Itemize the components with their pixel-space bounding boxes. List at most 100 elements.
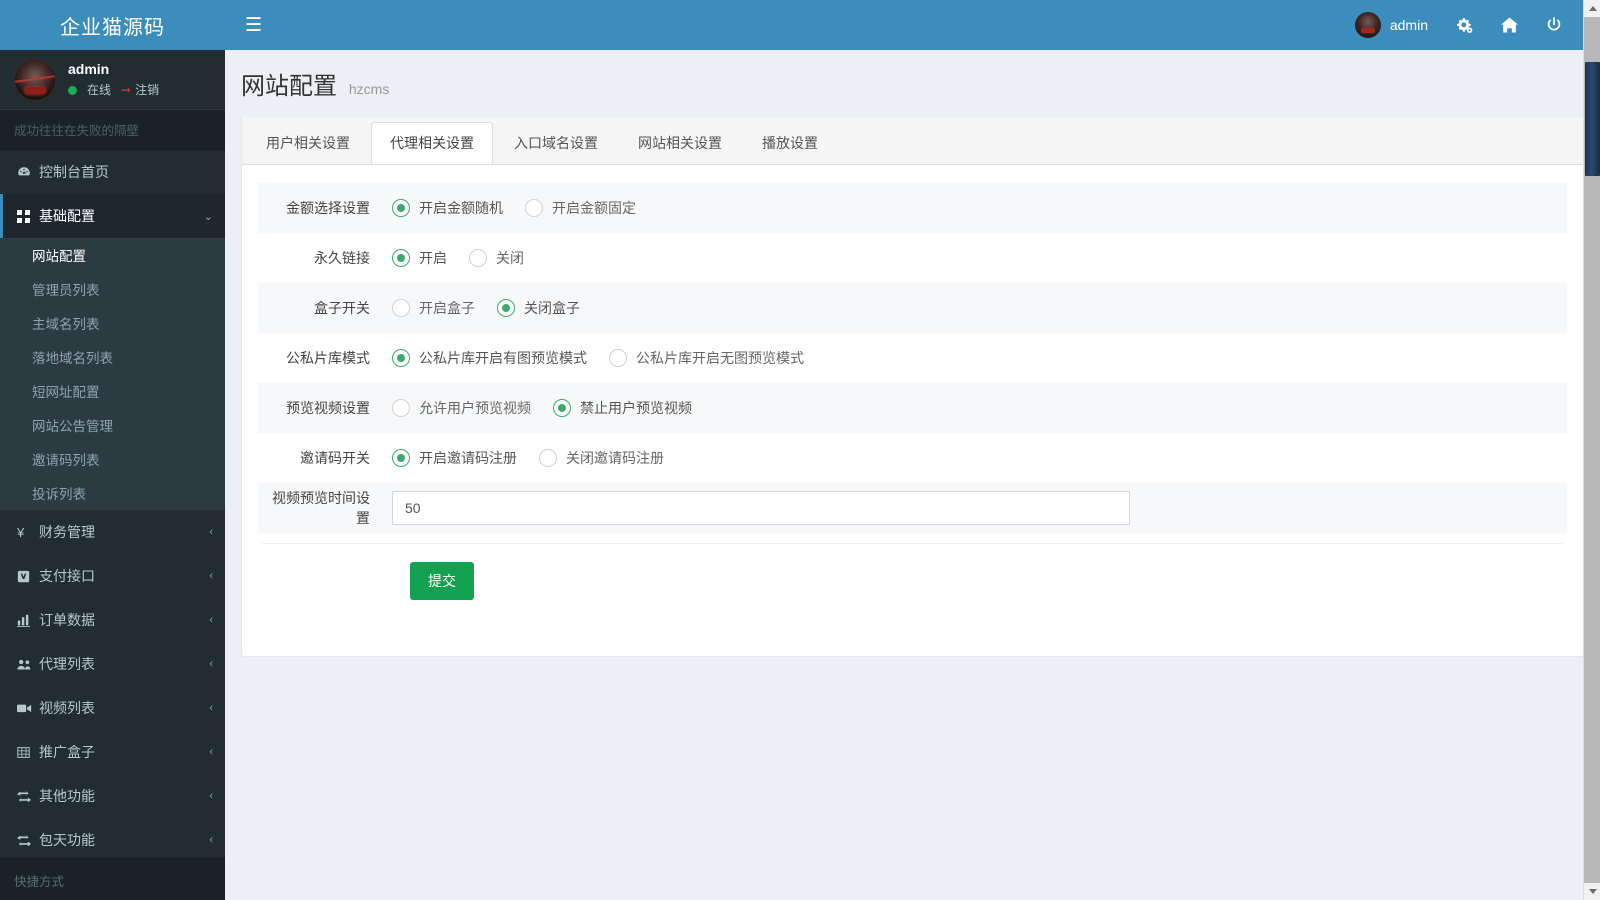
sidebar-item-label: 支付接口 xyxy=(39,568,95,584)
chevron-left-icon: ‹ xyxy=(209,790,213,802)
page-scrollbar[interactable] xyxy=(1583,0,1600,900)
hamburger-icon[interactable]: ☰ xyxy=(239,12,268,39)
radio-amount-fixed[interactable]: 开启金额固定 xyxy=(525,198,636,218)
tab-entry-domain-settings[interactable]: 入口域名设置 xyxy=(495,122,619,164)
sidebar-sublink[interactable]: 投诉列表 xyxy=(0,476,225,510)
radio-indicator[interactable] xyxy=(469,249,487,267)
tab-label[interactable]: 播放设置 xyxy=(743,122,837,164)
sidebar-link-payment[interactable]: 支付接口 ‹ xyxy=(0,554,225,598)
sidebar-link-orders[interactable]: 订单数据 ‹ xyxy=(0,598,225,642)
radio-invite-off[interactable]: 关闭邀请码注册 xyxy=(539,448,664,468)
radio-box-off[interactable]: 关闭盒子 xyxy=(497,298,580,318)
home-icon[interactable] xyxy=(1487,17,1532,33)
form-label: 预览视频设置 xyxy=(286,400,370,416)
sidebar-sublink[interactable]: 落地域名列表 xyxy=(0,340,225,374)
chevron-left-icon: ‹ xyxy=(209,834,213,846)
scrollbar-thumb[interactable] xyxy=(1585,62,1600,176)
tab-user-settings[interactable]: 用户相关设置 xyxy=(247,122,371,164)
topbar-user[interactable]: admin xyxy=(1341,12,1442,38)
sidebar-item-label: 代理列表 xyxy=(39,656,95,672)
radio-label: 开启盒子 xyxy=(419,300,475,316)
sidebar-sublink[interactable]: 网站配置 xyxy=(0,238,225,272)
gears-icon[interactable] xyxy=(1442,17,1487,34)
radio-invite-on[interactable]: 开启邀请码注册 xyxy=(392,448,517,468)
radio-library-with-image[interactable]: 公私片库开启有图预览模式 xyxy=(392,348,587,368)
radio-indicator[interactable] xyxy=(497,299,515,317)
radio-indicator[interactable] xyxy=(392,299,410,317)
tab-label[interactable]: 网站相关设置 xyxy=(619,122,741,164)
sidebar-subitem-invite-code-list[interactable]: 邀请码列表 xyxy=(0,442,225,476)
power-off-icon[interactable] xyxy=(1532,17,1576,33)
radio-indicator[interactable] xyxy=(392,349,410,367)
sidebar-sublink[interactable]: 主域名列表 xyxy=(0,306,225,340)
sidebar-sublink[interactable]: 管理员列表 xyxy=(0,272,225,306)
sidebar-link-videos[interactable]: 视频列表 ‹ xyxy=(0,686,225,730)
sidebar-shortcut-label: 快捷方式 xyxy=(0,858,225,900)
sidebar-item-basic-config[interactable]: 基础配置 ⌄ 网站配置 管理员列表 主域名列表 落地域名列表 短网址配置 网站公… xyxy=(0,194,225,510)
chevron-left-icon: ‹ xyxy=(209,614,213,626)
page-title: 网站配置 xyxy=(241,73,337,100)
radio-indicator[interactable] xyxy=(553,399,571,417)
radio-indicator[interactable] xyxy=(392,249,410,267)
sidebar-item-promo-box[interactable]: 推广盒子 ‹ xyxy=(0,730,225,774)
radio-library-no-image[interactable]: 公私片库开启无图预览模式 xyxy=(609,348,804,368)
topbar: ☰ admin xyxy=(225,0,1600,50)
topbar-right: admin xyxy=(1341,12,1600,38)
radio-indicator[interactable] xyxy=(525,199,543,217)
preview-duration-input[interactable] xyxy=(392,491,1130,525)
radio-permanent-link-on[interactable]: 开启 xyxy=(392,248,447,268)
sidebar-subitem-announcement[interactable]: 网站公告管理 xyxy=(0,408,225,442)
sidebar-link-agents[interactable]: 代理列表 ‹ xyxy=(0,642,225,686)
submit-button[interactable]: 提交 xyxy=(410,562,474,600)
radio-indicator[interactable] xyxy=(392,199,410,217)
sidebar-sublink[interactable]: 短网址配置 xyxy=(0,374,225,408)
sidebar-sublink[interactable]: 邀请码列表 xyxy=(0,442,225,476)
sidebar-logo[interactable]: 企业猫源码 xyxy=(0,0,225,50)
radio-permanent-link-off[interactable]: 关闭 xyxy=(469,248,524,268)
radio-preview-allow[interactable]: 允许用户预览视频 xyxy=(392,398,531,418)
sidebar-link-dashboard[interactable]: 控制台首页 xyxy=(0,150,225,194)
sidebar-item-finance[interactable]: ¥ 财务管理 ‹ xyxy=(0,510,225,554)
sidebar-subitem-admin-list[interactable]: 管理员列表 xyxy=(0,272,225,306)
radio-box-on[interactable]: 开启盒子 xyxy=(392,298,475,318)
sidebar-link-other-features[interactable]: 其他功能 ‹ xyxy=(0,774,225,818)
radio-label: 公私片库开启有图预览模式 xyxy=(419,350,587,366)
radio-indicator[interactable] xyxy=(609,349,627,367)
logout-link[interactable]: ➞ 注销 xyxy=(121,83,159,98)
radio-indicator[interactable] xyxy=(392,449,410,467)
sidebar-link-basic-config[interactable]: 基础配置 ⌄ xyxy=(0,194,225,238)
tab-label[interactable]: 代理相关设置 xyxy=(371,122,493,164)
sidebar-link-daily-package[interactable]: 包天功能 ‹ xyxy=(0,818,225,862)
sidebar-subitem-main-domain-list[interactable]: 主域名列表 xyxy=(0,306,225,340)
sidebar-link-finance[interactable]: ¥ 财务管理 ‹ xyxy=(0,510,225,554)
radio-preview-forbid[interactable]: 禁止用户预览视频 xyxy=(553,398,692,418)
sidebar-link-promo-box[interactable]: 推广盒子 ‹ xyxy=(0,730,225,774)
sidebar-item-orders[interactable]: 订单数据 ‹ xyxy=(0,598,225,642)
sidebar-item-agents[interactable]: 代理列表 ‹ xyxy=(0,642,225,686)
page-subtitle: hzcms xyxy=(348,81,390,97)
sidebar-sublink[interactable]: 网站公告管理 xyxy=(0,408,225,442)
tab-label[interactable]: 入口域名设置 xyxy=(495,122,617,164)
sidebar-item-payment[interactable]: 支付接口 ‹ xyxy=(0,554,225,598)
scroll-up-arrow-icon[interactable] xyxy=(1584,0,1600,17)
radio-indicator[interactable] xyxy=(539,449,557,467)
radio-amount-random[interactable]: 开启金额随机 xyxy=(392,198,503,218)
radio-label: 允许用户预览视频 xyxy=(419,400,531,416)
sidebar-item-other-features[interactable]: 其他功能 ‹ xyxy=(0,774,225,818)
sidebar-subitem-short-url-config[interactable]: 短网址配置 xyxy=(0,374,225,408)
tab-label[interactable]: 用户相关设置 xyxy=(247,122,369,164)
tab-site-settings[interactable]: 网站相关设置 xyxy=(619,122,743,164)
radio-label: 关闭邀请码注册 xyxy=(566,450,664,466)
scroll-down-arrow-icon[interactable] xyxy=(1584,883,1600,900)
tab-playback-settings[interactable]: 播放设置 xyxy=(743,122,839,164)
sidebar-subitem-site-config[interactable]: 网站配置 xyxy=(0,238,225,272)
sidebar-subitem-landing-domain-list[interactable]: 落地域名列表 xyxy=(0,340,225,374)
sidebar-item-dashboard[interactable]: 控制台首页 xyxy=(0,150,225,194)
radio-indicator[interactable] xyxy=(392,399,410,417)
logout-label: 注销 xyxy=(135,82,160,97)
form-row-amount-mode: 金额选择设置 开启金额随机 开启金额固定 xyxy=(258,183,1567,233)
tab-agent-settings[interactable]: 代理相关设置 xyxy=(371,122,495,164)
sidebar-item-daily-package[interactable]: 包天功能 ‹ xyxy=(0,818,225,862)
sidebar-item-videos[interactable]: 视频列表 ‹ xyxy=(0,686,225,730)
sidebar-subitem-complaint-list[interactable]: 投诉列表 xyxy=(0,476,225,510)
